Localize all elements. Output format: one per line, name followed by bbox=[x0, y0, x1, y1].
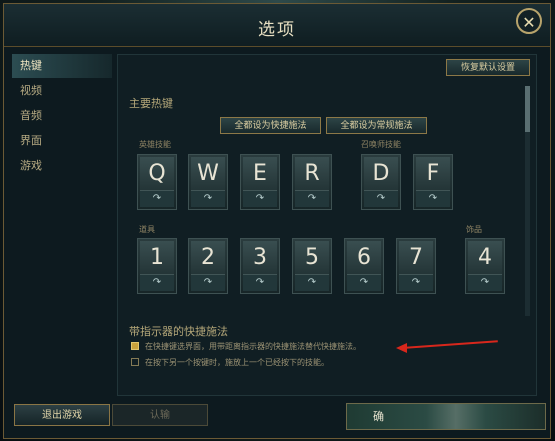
quick-cast-toggle-icon[interactable]: ↷ bbox=[191, 274, 225, 291]
options-dialog: 选项 ✕ 热键 视频 音频 界面 游戏 恢复默认设置 主要热键 全都设为快捷施法… bbox=[3, 3, 551, 439]
accept-button[interactable]: 确 bbox=[346, 403, 546, 430]
ability-keys-label: 英雄技能 bbox=[139, 140, 171, 149]
exit-game-button[interactable]: 退出游戏 bbox=[14, 404, 110, 426]
scrollbar[interactable] bbox=[525, 86, 530, 316]
key-label: 2 bbox=[191, 241, 225, 275]
hotkey-item-7[interactable]: 7 ↷ bbox=[396, 238, 436, 294]
set-all-quick-cast-button[interactable]: 全都设为快捷施法 bbox=[220, 117, 321, 134]
key-label: Q bbox=[140, 157, 174, 191]
main-hotkeys-heading: 主要热键 bbox=[129, 97, 173, 110]
hotkey-q[interactable]: Q ↷ bbox=[137, 154, 177, 210]
quick-cast-toggle-icon[interactable]: ↷ bbox=[140, 190, 174, 207]
key-label: D bbox=[364, 157, 398, 191]
indicator-quick-cast-heading: 带指示器的快捷施法 bbox=[129, 325, 228, 338]
quick-cast-toggle-icon[interactable]: ↷ bbox=[243, 190, 277, 207]
sidebar-item-game[interactable]: 游戏 bbox=[12, 154, 112, 178]
hotkey-f[interactable]: F ↷ bbox=[413, 154, 453, 210]
indicator-option-1[interactable]: 在快捷键选界面，用带距离指示器的快捷施法替代快捷施法。 bbox=[131, 341, 361, 352]
indicator-option-1-label: 在快捷键选界面，用带距离指示器的快捷施法替代快捷施法。 bbox=[145, 342, 361, 351]
sidebar: 热键 视频 音频 界面 游戏 bbox=[12, 54, 112, 394]
dialog-title: 选项 bbox=[258, 20, 296, 40]
hotkey-item-5[interactable]: 5 ↷ bbox=[292, 238, 332, 294]
quick-cast-toggle-icon[interactable]: ↷ bbox=[399, 274, 433, 291]
hotkey-item-3[interactable]: 3 ↷ bbox=[240, 238, 280, 294]
close-icon[interactable]: ✕ bbox=[516, 8, 542, 34]
item-keys-label: 道具 bbox=[139, 225, 155, 234]
quick-cast-toggle-icon[interactable]: ↷ bbox=[295, 190, 329, 207]
summoner-keys-label: 召唤师技能 bbox=[361, 140, 401, 149]
quick-cast-toggle-icon[interactable]: ↷ bbox=[416, 190, 450, 207]
quick-cast-toggle-icon[interactable]: ↷ bbox=[468, 274, 502, 291]
key-label: R bbox=[295, 157, 329, 191]
hotkey-e[interactable]: E ↷ bbox=[240, 154, 280, 210]
key-label: 3 bbox=[243, 241, 277, 275]
key-label: 1 bbox=[140, 241, 174, 275]
quick-cast-toggle-icon[interactable]: ↷ bbox=[364, 190, 398, 207]
set-all-normal-cast-button[interactable]: 全都设为常规施法 bbox=[326, 117, 427, 134]
key-label: 5 bbox=[295, 241, 329, 275]
key-label: F bbox=[416, 157, 450, 191]
hotkey-item-1[interactable]: 1 ↷ bbox=[137, 238, 177, 294]
quick-cast-toggle-icon[interactable]: ↷ bbox=[295, 274, 329, 291]
indicator-option-2-label: 在按下另一个按键时，施放上一个已经按下的技能。 bbox=[145, 358, 329, 367]
annotation-arrow-icon bbox=[396, 343, 407, 353]
accept-button-label: 确 bbox=[373, 410, 384, 423]
sidebar-item-interface[interactable]: 界面 bbox=[12, 129, 112, 153]
quick-cast-toggle-icon[interactable]: ↷ bbox=[140, 274, 174, 291]
key-label: E bbox=[243, 157, 277, 191]
quick-cast-toggle-icon[interactable]: ↷ bbox=[347, 274, 381, 291]
key-label: 7 bbox=[399, 241, 433, 275]
restore-defaults-button[interactable]: 恢复默认设置 bbox=[446, 59, 530, 76]
quick-cast-toggle-icon[interactable]: ↷ bbox=[243, 274, 277, 291]
hotkey-item-2[interactable]: 2 ↷ bbox=[188, 238, 228, 294]
key-label: 4 bbox=[468, 241, 502, 275]
trinket-key-label: 饰品 bbox=[466, 225, 482, 234]
hotkey-d[interactable]: D ↷ bbox=[361, 154, 401, 210]
checkbox-unchecked-icon[interactable] bbox=[131, 358, 139, 366]
surrender-button[interactable]: 认输 bbox=[112, 404, 208, 426]
hotkey-w[interactable]: W ↷ bbox=[188, 154, 228, 210]
quick-cast-toggle-icon[interactable]: ↷ bbox=[191, 190, 225, 207]
sidebar-item-audio[interactable]: 音频 bbox=[12, 104, 112, 128]
hotkey-trinket[interactable]: 4 ↷ bbox=[465, 238, 505, 294]
sidebar-item-video[interactable]: 视频 bbox=[12, 79, 112, 103]
scrollbar-thumb[interactable] bbox=[525, 86, 530, 132]
checkbox-checked-icon[interactable] bbox=[131, 342, 139, 350]
indicator-option-2[interactable]: 在按下另一个按键时，施放上一个已经按下的技能。 bbox=[131, 357, 329, 368]
sidebar-item-hotkeys[interactable]: 热键 bbox=[12, 54, 112, 78]
key-label: 6 bbox=[347, 241, 381, 275]
hotkey-r[interactable]: R ↷ bbox=[292, 154, 332, 210]
key-label: W bbox=[191, 157, 225, 191]
hotkey-item-6[interactable]: 6 ↷ bbox=[344, 238, 384, 294]
title-bar: 选项 ✕ bbox=[4, 4, 550, 47]
